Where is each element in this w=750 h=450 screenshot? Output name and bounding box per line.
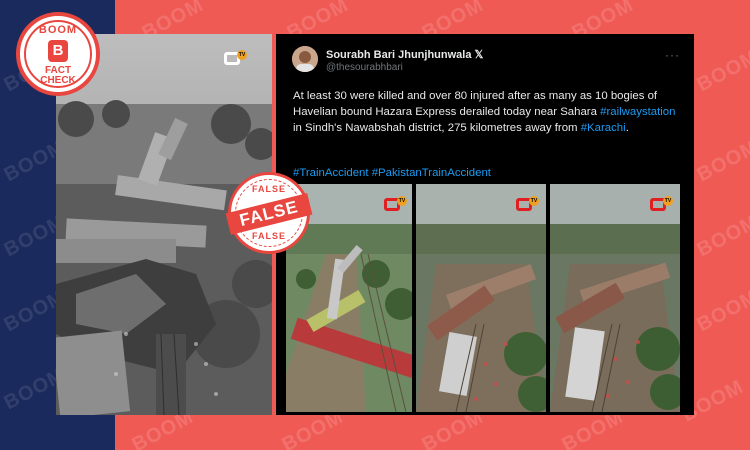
badge-b-logo: B <box>48 40 68 62</box>
tweet-text-part: in Sindh's Nawabshah district, 275 kilom… <box>293 122 578 134</box>
tweet-text-part: . <box>625 122 629 134</box>
channel-logo-icon: TV <box>650 196 673 212</box>
stamp-ring-top-text: FALSE <box>251 184 286 194</box>
tweet-body: At least 30 were killed and over 80 inju… <box>293 88 683 136</box>
more-options-icon[interactable]: ··· <box>665 48 680 62</box>
stamp-ring-bottom-text: FALSE <box>251 231 286 241</box>
badge-fact-check-text: FACT CHECK <box>20 66 96 86</box>
author-name-text: Sourabh Bari Jhunjhunwala <box>326 49 472 61</box>
tweet-media-3[interactable]: TV <box>550 184 680 412</box>
author-handle[interactable]: @thesourabhbari <box>326 62 403 73</box>
badge-check-text: CHECK <box>40 75 76 86</box>
channel-logo-icon: TV <box>224 50 247 66</box>
hashtag-link-railwaystation[interactable]: #railwaystation <box>600 106 675 118</box>
x-logo-icon: 𝕏 <box>474 49 484 61</box>
hashtag-link-karachi[interactable]: #Karachi <box>581 122 626 134</box>
tweet-card[interactable]: Sourabh Bari Jhunjhunwala 𝕏 @thesourabhb… <box>276 34 694 415</box>
aerial-crash-image <box>550 184 680 412</box>
author-name[interactable]: Sourabh Bari Jhunjhunwala 𝕏 <box>326 48 483 61</box>
channel-logo-icon: TV <box>516 196 539 212</box>
aerial-crash-image <box>416 184 546 412</box>
badge-boom-text: BOOM <box>38 24 78 36</box>
tweet-media-2[interactable]: TV <box>416 184 546 412</box>
channel-logo-icon: TV <box>384 196 407 212</box>
false-verdict-stamp: FALSE FALSE FALSE <box>225 172 313 254</box>
tweet-hashtags[interactable]: #TrainAccident #PakistanTrainAccident <box>293 167 491 179</box>
avatar-image <box>292 46 318 72</box>
avatar[interactable] <box>292 46 318 72</box>
boom-fact-check-badge: BOOM B FACT CHECK <box>16 12 100 96</box>
